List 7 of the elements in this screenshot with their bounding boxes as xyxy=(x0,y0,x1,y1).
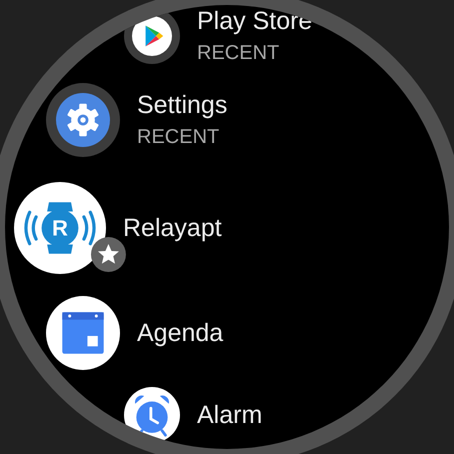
app-name: Alarm xyxy=(197,400,262,430)
app-name: Settings xyxy=(137,91,228,120)
app-name: Agenda xyxy=(137,318,224,348)
watch-icon[interactable]: R xyxy=(14,182,106,274)
app-status: RECENT xyxy=(137,126,220,149)
app-status: RECENT xyxy=(197,42,280,65)
app-name: Relayapt xyxy=(123,214,222,242)
